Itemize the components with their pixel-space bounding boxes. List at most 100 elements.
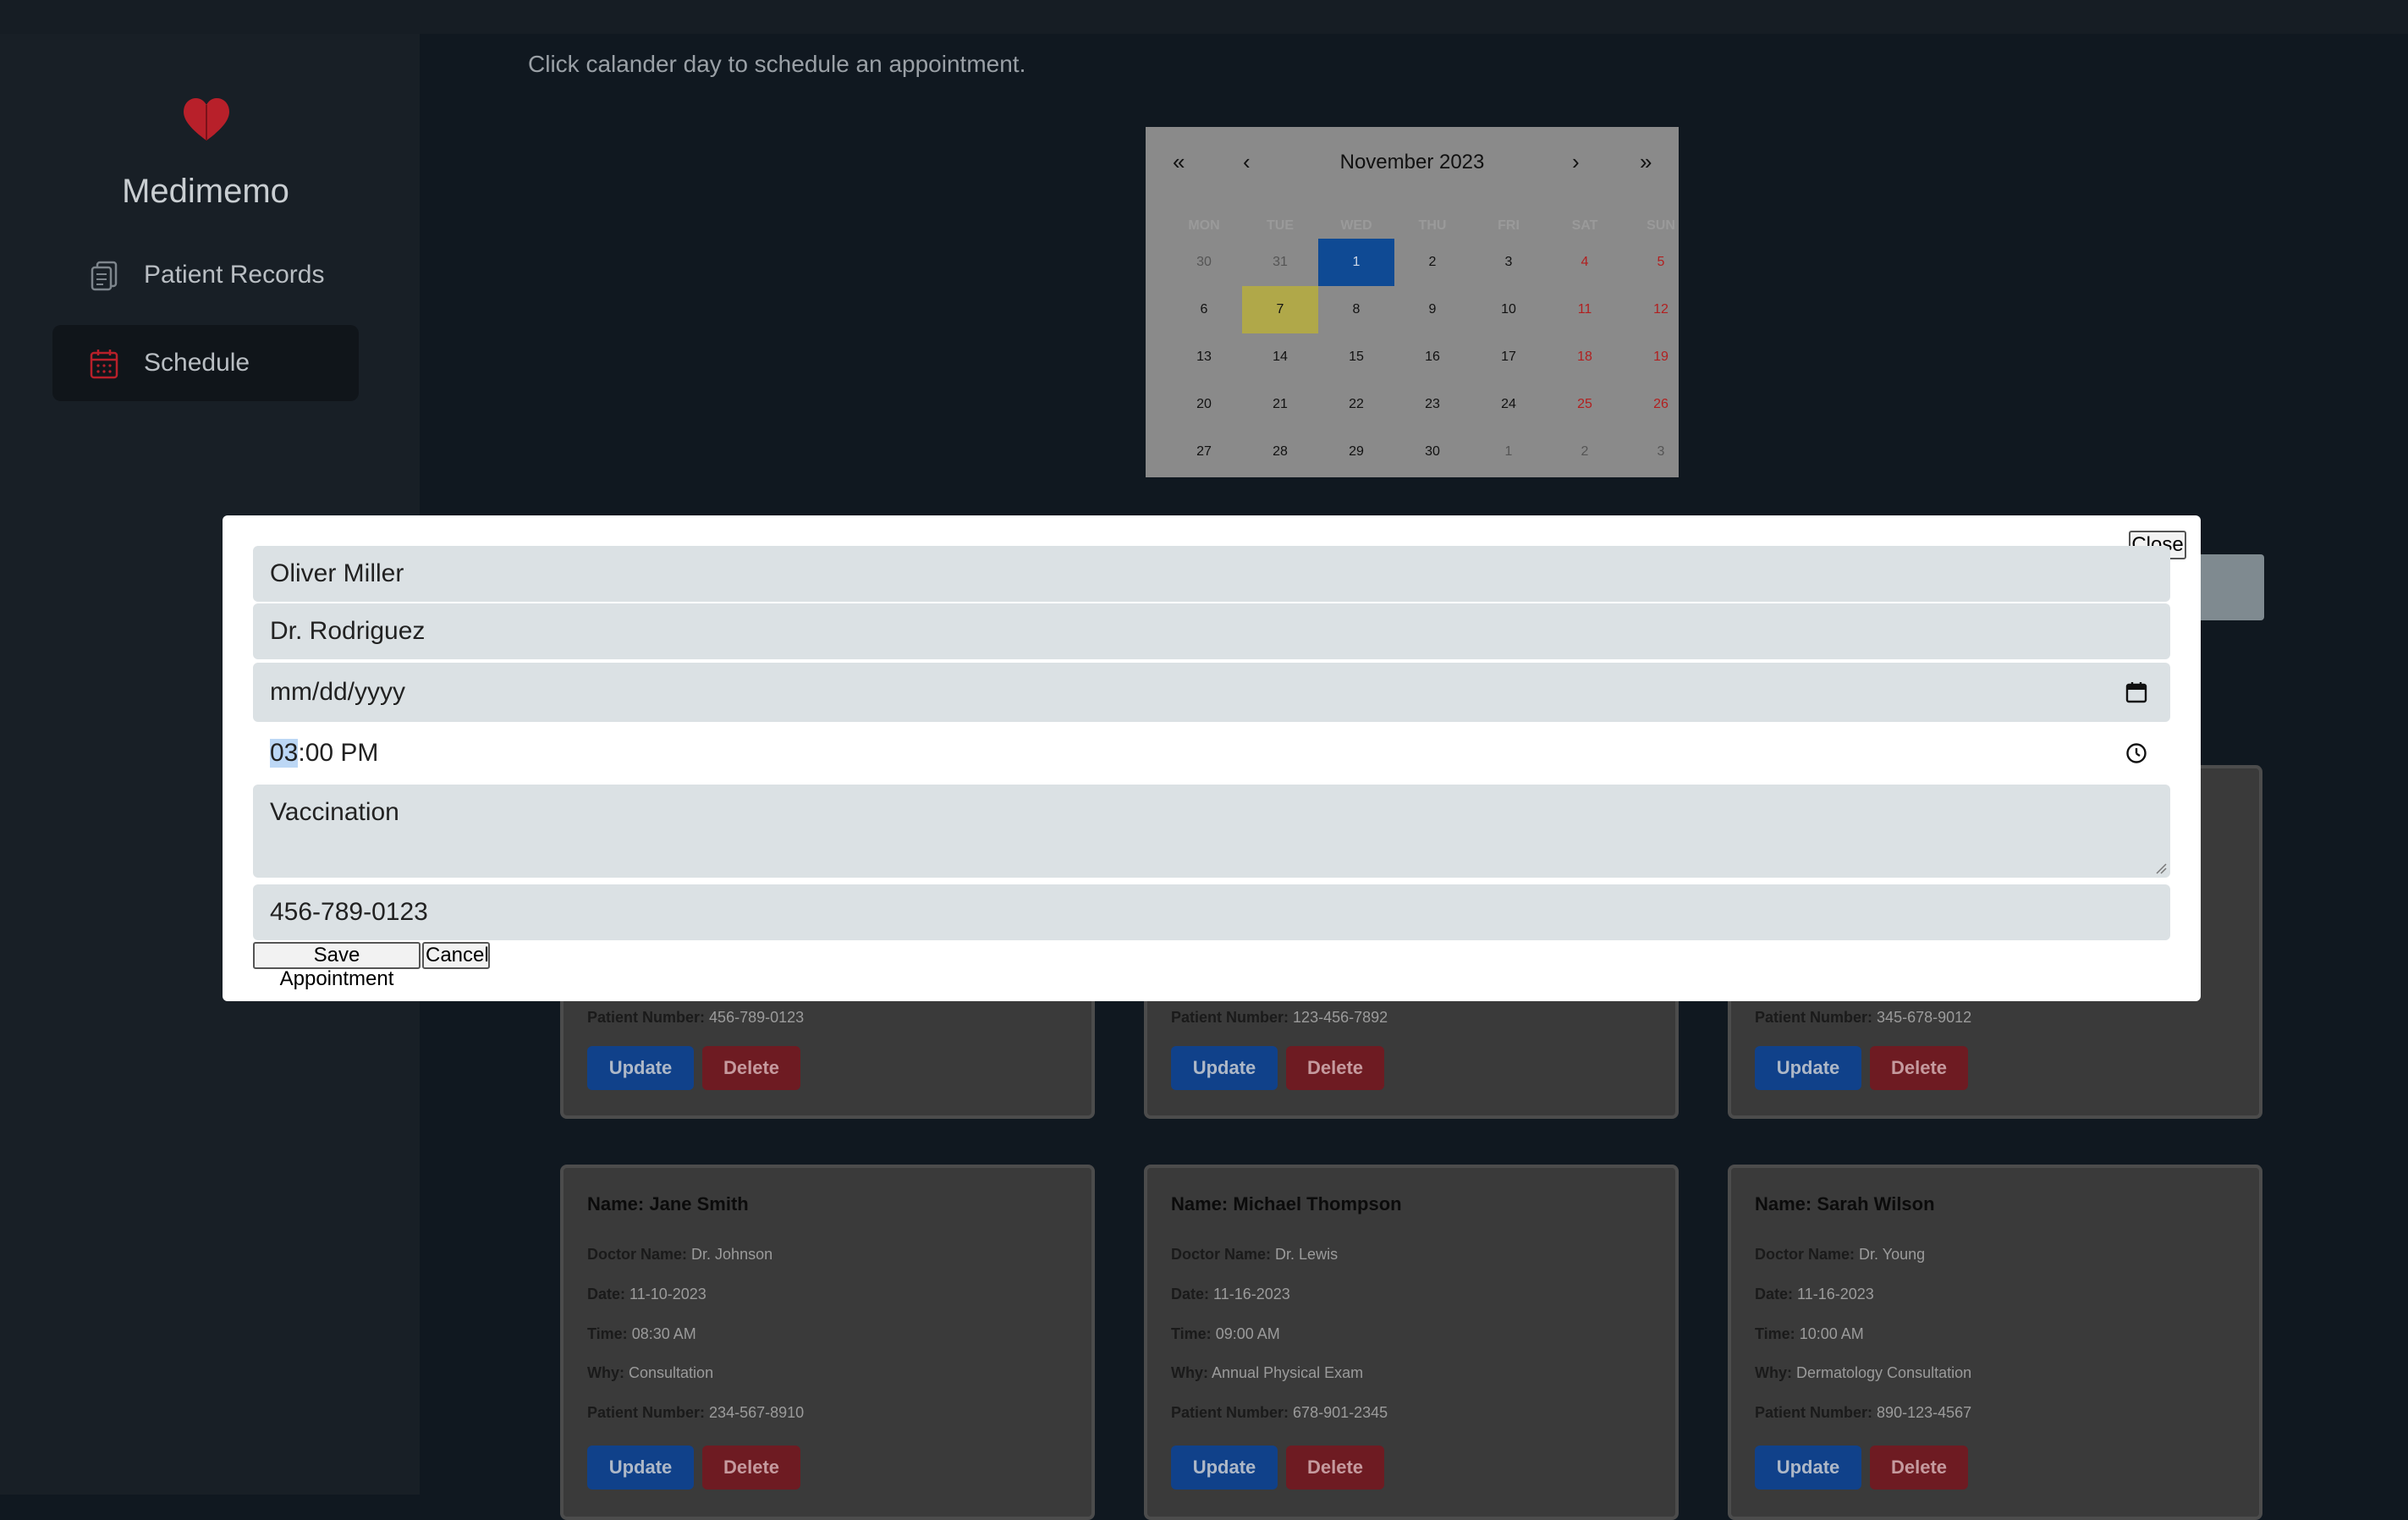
card-date: Date: 11-16-2023 xyxy=(1171,1286,1290,1302)
sidebar-item-patient-records[interactable]: Patient Records xyxy=(52,237,359,313)
card-patient-name: Name: Sarah Wilson xyxy=(1755,1193,1935,1214)
calendar-day[interactable]: 1 xyxy=(1471,428,1547,476)
card-doctor: Doctor Name: Dr. Lewis xyxy=(1171,1246,1339,1263)
heart-logo-icon xyxy=(184,97,229,140)
sidebar-item-schedule[interactable]: Schedule xyxy=(52,325,359,401)
calendar-day[interactable]: 12 xyxy=(1623,286,1699,333)
update-button[interactable]: Update xyxy=(1171,1446,1278,1490)
calendar-day[interactable]: 24 xyxy=(1471,381,1547,428)
calendar-day[interactable]: 26 xyxy=(1623,381,1699,428)
time-hour-segment[interactable]: 03 xyxy=(270,739,299,768)
update-button[interactable]: Update xyxy=(1755,1446,1861,1490)
calendar-day[interactable]: 15 xyxy=(1318,333,1394,381)
delete-button[interactable]: Delete xyxy=(1870,1446,1968,1490)
time-field[interactable]: 03:00 PM xyxy=(253,724,2170,783)
calendar-day[interactable]: 22 xyxy=(1318,381,1394,428)
calendar-day[interactable]: 2 xyxy=(1547,428,1623,476)
sidebar-item-label: Patient Records xyxy=(144,261,325,289)
calendar-month-title[interactable]: November 2023 xyxy=(1146,151,1679,174)
phone-field[interactable]: 456-789-0123 xyxy=(253,884,2170,940)
next-month-button[interactable]: › xyxy=(1572,149,1580,175)
calendar-day[interactable]: 28 xyxy=(1242,428,1318,476)
weekday-label: TUE xyxy=(1267,218,1294,233)
resize-handle-icon[interactable] xyxy=(2155,862,2167,874)
time-rest: :00 PM xyxy=(298,739,379,767)
card-why: Why: Annual Physical Exam xyxy=(1171,1364,1364,1381)
calendar-day[interactable]: 27 xyxy=(1166,428,1242,476)
update-button[interactable]: Update xyxy=(1171,1046,1278,1090)
card-time: Time: 10:00 AM xyxy=(1755,1325,1864,1342)
calendar-day[interactable]: 1 xyxy=(1318,239,1394,286)
calendar-day[interactable]: 17 xyxy=(1471,333,1547,381)
calendar-day[interactable]: 3 xyxy=(1471,239,1547,286)
date-placeholder: mm/dd/yyyy xyxy=(270,678,406,706)
calendar-day[interactable]: 4 xyxy=(1547,239,1623,286)
calendar-day[interactable]: 20 xyxy=(1166,381,1242,428)
patient-number: Patient Number: 345-678-9012 xyxy=(1755,1009,1972,1026)
patient-number: Patient Number: 234-567-8910 xyxy=(587,1404,805,1421)
calendar-day[interactable]: 9 xyxy=(1394,286,1471,333)
weekday-label: SAT xyxy=(1571,218,1598,233)
calendar-day[interactable]: 5 xyxy=(1623,239,1699,286)
weekday-label: THU xyxy=(1418,218,1447,233)
top-bar xyxy=(0,0,2408,34)
calendar-day[interactable]: 23 xyxy=(1394,381,1471,428)
calendar-day[interactable]: 8 xyxy=(1318,286,1394,333)
calendar-day[interactable]: 6 xyxy=(1166,286,1242,333)
calendar-day[interactable]: 18 xyxy=(1547,333,1623,381)
weekday-label: SUN xyxy=(1647,218,1675,233)
reason-textarea[interactable]: Vaccination xyxy=(253,785,2170,878)
calendar-day[interactable]: 29 xyxy=(1318,428,1394,476)
calendar-day[interactable]: 14 xyxy=(1242,333,1318,381)
delete-button[interactable]: Delete xyxy=(702,1446,800,1490)
calendar-day[interactable]: 30 xyxy=(1394,428,1471,476)
calendar-day[interactable]: 11 xyxy=(1547,286,1623,333)
save-appointment-button[interactable]: Save Appointment xyxy=(253,942,421,990)
calendar-day[interactable]: 19 xyxy=(1623,333,1699,381)
card-why: Why: Dermatology Consultation xyxy=(1755,1364,1972,1381)
weekday-label: FRI xyxy=(1498,218,1520,233)
delete-button[interactable]: Delete xyxy=(1286,1446,1384,1490)
update-button[interactable]: Update xyxy=(587,1046,694,1090)
patient-name-field[interactable]: Oliver Miller xyxy=(253,546,2170,602)
reason-text: Vaccination xyxy=(270,798,399,826)
calendar-header: « ‹ November 2023 › » xyxy=(1146,127,1679,195)
update-button[interactable]: Update xyxy=(1755,1046,1861,1090)
card-patient-name: Name: Michael Thompson xyxy=(1171,1193,1402,1214)
weekday-label: WED xyxy=(1340,218,1372,233)
clipboard-icon xyxy=(91,261,118,291)
appointment-card: Name: Sarah Wilson Doctor Name: Dr. Youn… xyxy=(1728,1165,2262,1520)
patient-number: Patient Number: 123-456-7892 xyxy=(1171,1009,1388,1026)
card-doctor: Doctor Name: Dr. Young xyxy=(1755,1246,1926,1263)
sidebar-item-label: Schedule xyxy=(144,349,250,377)
calendar-day[interactable]: 10 xyxy=(1471,286,1547,333)
doctor-name-field[interactable]: Dr. Rodriguez xyxy=(253,603,2170,659)
card-date: Date: 11-16-2023 xyxy=(1755,1286,1874,1302)
calendar: « ‹ November 2023 › » MON TUE WED THU FRI SAT… xyxy=(1146,127,1679,477)
date-field[interactable]: mm/dd/yyyy xyxy=(253,663,2170,722)
patient-number: Patient Number: 456-789-0123 xyxy=(587,1009,805,1026)
calendar-day[interactable]: 7 xyxy=(1242,286,1318,333)
patient-number: Patient Number: 678-901-2345 xyxy=(1171,1404,1388,1421)
calendar-day[interactable]: 25 xyxy=(1547,381,1623,428)
calendar-day[interactable]: 30 xyxy=(1166,239,1242,286)
delete-button[interactable]: Delete xyxy=(1286,1046,1384,1090)
calendar-day[interactable]: 16 xyxy=(1394,333,1471,381)
cancel-button[interactable]: Cancel xyxy=(422,942,490,969)
weekday-label: MON xyxy=(1188,218,1220,233)
patient-number: Patient Number: 890-123-4567 xyxy=(1755,1404,1972,1421)
clock-icon[interactable] xyxy=(2125,741,2148,765)
calendar-day[interactable]: 2 xyxy=(1394,239,1471,286)
calendar-day[interactable]: 13 xyxy=(1166,333,1242,381)
delete-button[interactable]: Delete xyxy=(1870,1046,1968,1090)
delete-button[interactable]: Delete xyxy=(702,1046,800,1090)
card-doctor: Doctor Name: Dr. Johnson xyxy=(587,1246,773,1263)
update-button[interactable]: Update xyxy=(587,1446,694,1490)
calendar-day[interactable]: 31 xyxy=(1242,239,1318,286)
calendar-day[interactable]: 21 xyxy=(1242,381,1318,428)
card-time: Time: 08:30 AM xyxy=(587,1325,696,1342)
next-year-button[interactable]: » xyxy=(1640,149,1652,175)
appointment-card: Name: Michael Thompson Doctor Name: Dr. … xyxy=(1144,1165,1679,1520)
calendar-day[interactable]: 3 xyxy=(1623,428,1699,476)
calendar-picker-icon[interactable] xyxy=(2125,680,2148,704)
